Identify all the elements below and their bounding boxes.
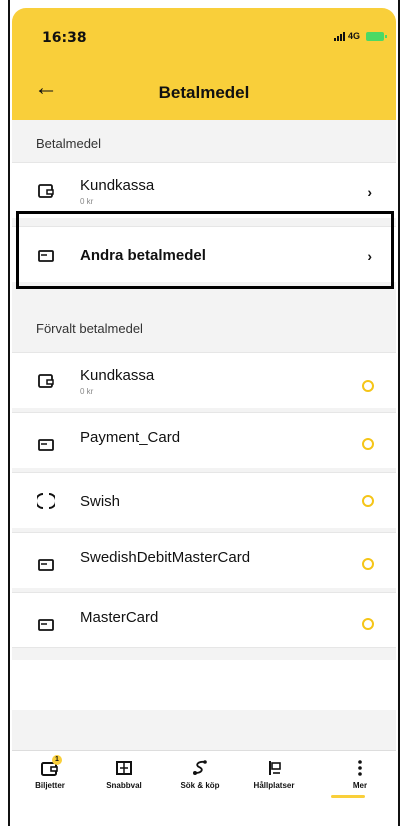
row-balance: 0 kr — [80, 387, 94, 396]
swish-icon — [37, 493, 55, 509]
battery-icon — [366, 31, 388, 41]
row-label: Kundkassa — [80, 177, 155, 194]
default-row-payment-card[interactable]: Payment_Card — [12, 412, 396, 468]
tab-hallplatser[interactable]: Hållplatser — [242, 759, 306, 790]
tab-sok-kop[interactable]: Sök & köp — [168, 759, 232, 790]
section-label-forvalt: Förvalt betalmedel — [36, 321, 143, 336]
radio-button[interactable] — [362, 618, 374, 630]
chevron-right-icon: › — [367, 184, 372, 200]
status-icons: 4G — [334, 31, 388, 41]
highlight-box — [16, 211, 394, 289]
tab-mer[interactable]: Mer — [328, 759, 392, 790]
payment-row-kundkassa[interactable]: Kundkassa 0 kr › — [12, 162, 396, 218]
tab-label: Hållplatser — [253, 781, 295, 790]
card-icon — [38, 619, 54, 631]
page-title: Betalmedel — [158, 83, 250, 102]
section-label-betalmedel: Betalmedel — [36, 136, 102, 151]
default-row-swedish-debit-mastercard[interactable]: SwedishDebitMasterCard — [12, 532, 396, 588]
quick-icon — [116, 761, 132, 775]
tab-label: Snabbval — [106, 781, 142, 790]
app-header: ← Betalmedel — [12, 68, 396, 120]
radio-button[interactable] — [362, 438, 374, 450]
row-label: SwedishDebitMasterCard — [80, 549, 251, 566]
radio-button[interactable] — [362, 380, 374, 392]
radio-button[interactable] — [362, 495, 374, 507]
frame-border-right — [398, 0, 400, 826]
tab-label: Sök & köp — [180, 781, 220, 790]
row-label: MasterCard — [80, 609, 159, 626]
stop-icon — [269, 761, 281, 775]
status-time: 16:38 — [42, 30, 87, 46]
signal-icon — [334, 31, 345, 41]
wallet-icon — [38, 184, 54, 198]
row-balance: 0 kr — [80, 197, 94, 206]
route-icon — [193, 760, 207, 775]
card-icon — [38, 439, 54, 451]
spacer-area — [12, 660, 396, 710]
wallet-icon — [38, 374, 54, 388]
radio-button[interactable] — [362, 558, 374, 570]
row-label: Kundkassa — [80, 367, 155, 384]
status-bar: 16:38 4G — [12, 8, 396, 68]
bottom-tab-bar: 1 Biljetter Snabbval Sök & köp Hållplats… — [12, 750, 396, 812]
tab-label: Mer — [352, 781, 368, 790]
network-type: 4G — [348, 31, 361, 41]
card-icon — [38, 559, 54, 571]
notification-badge: 1 — [52, 755, 62, 765]
active-tab-indicator — [331, 795, 365, 798]
tab-label: Biljetter — [35, 781, 65, 790]
tab-biljetter[interactable]: 1 Biljetter — [18, 755, 82, 790]
more-icon — [358, 760, 362, 776]
row-label: Swish — [80, 493, 121, 510]
default-row-swish[interactable]: Swish — [12, 472, 396, 528]
row-label: Payment_Card — [80, 429, 181, 446]
frame-border-left — [8, 0, 10, 826]
tab-snabbval[interactable]: Snabbval — [92, 759, 156, 790]
default-row-mastercard[interactable]: MasterCard — [12, 592, 396, 648]
default-row-kundkassa[interactable]: Kundkassa 0 kr — [12, 352, 396, 408]
